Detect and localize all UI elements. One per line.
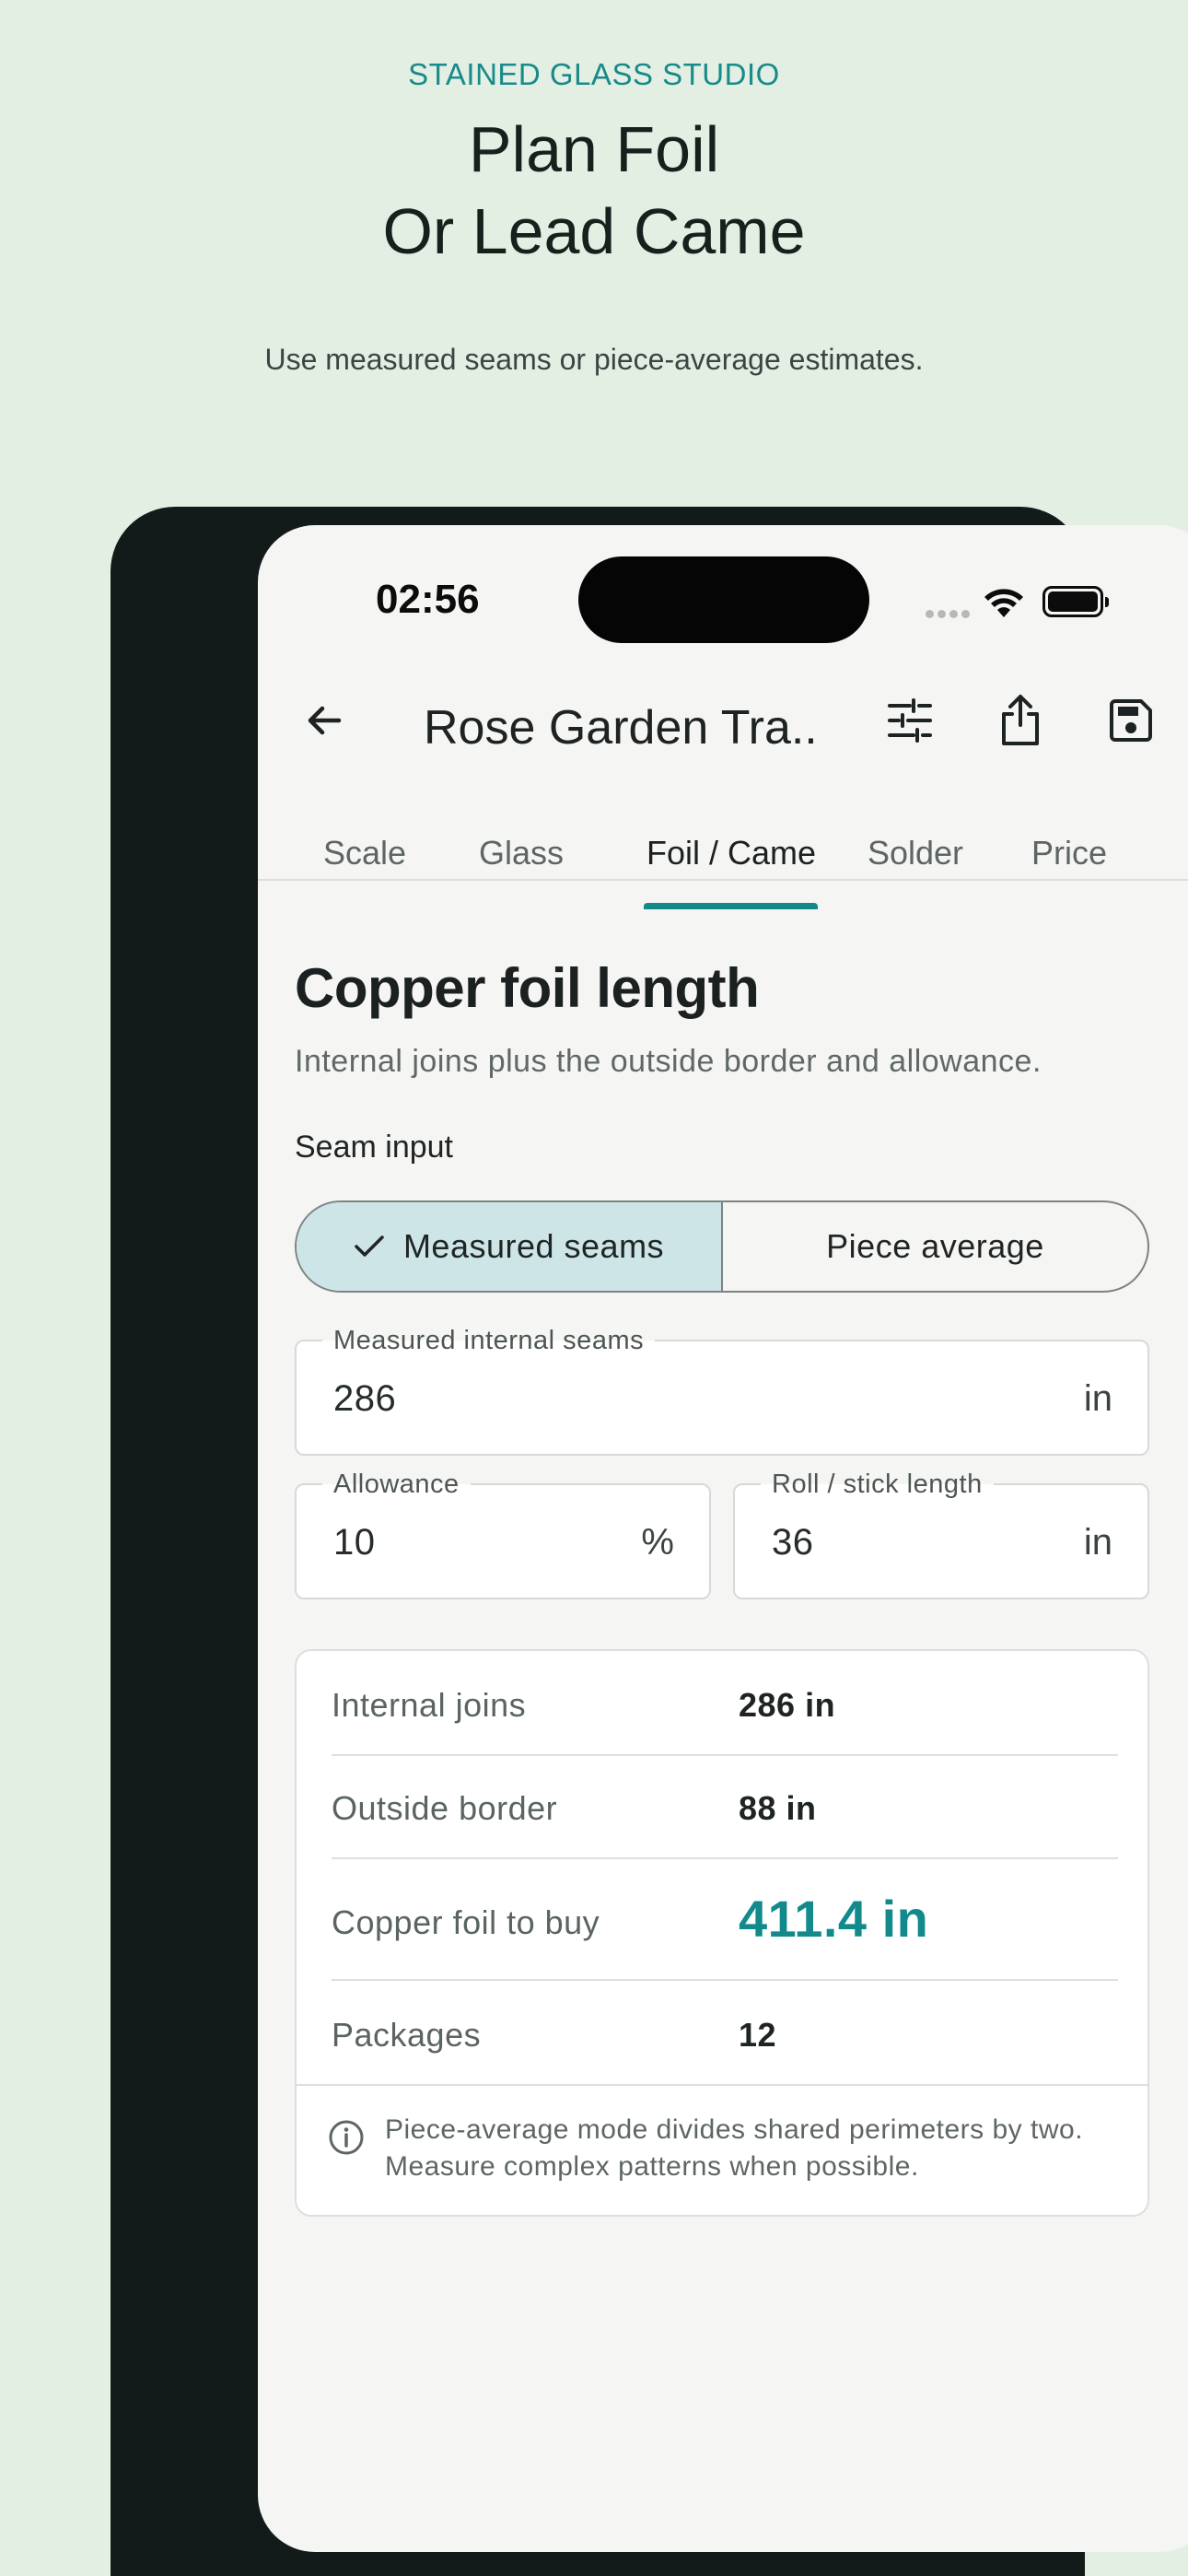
status-time: 02:56 xyxy=(376,577,480,622)
card-divider xyxy=(297,2084,1147,2086)
tab-price[interactable]: Price xyxy=(1000,837,1138,907)
subline-text: Use measured seams or piece-average esti… xyxy=(264,343,924,376)
section-title: Copper foil length xyxy=(295,957,760,1019)
row-divider xyxy=(332,1857,1118,1859)
result-value: 88 in xyxy=(739,1789,817,1827)
wifi-icon xyxy=(984,588,1024,624)
info-icon xyxy=(328,2119,365,2160)
tab-scale[interactable]: Scale xyxy=(291,837,438,907)
check-icon xyxy=(354,1234,385,1259)
result-label: Outside border xyxy=(332,1789,558,1827)
signal-icon xyxy=(926,606,973,623)
measured-seams-field-label: Measured internal seams xyxy=(322,1327,656,1354)
tab-foil-came[interactable]: Foil / Came xyxy=(630,837,833,907)
share-icon[interactable] xyxy=(984,684,1057,757)
roll-length-field[interactable]: Roll / stick length 36 in xyxy=(733,1470,1149,1599)
roll-length-unit: in xyxy=(1083,1522,1112,1563)
eyebrow-text: STAINED GLASS STUDIO xyxy=(408,57,780,91)
allowance-value[interactable]: 10 xyxy=(333,1522,376,1563)
section-description: Internal joins plus the outside border a… xyxy=(295,1044,1042,1079)
roll-length-value[interactable]: 36 xyxy=(772,1522,814,1563)
phone-screen: 02:56 Rose Garden Tra... Scale Glass Foi… xyxy=(258,525,1188,2552)
allowance-unit: % xyxy=(641,1522,674,1563)
battery-icon xyxy=(1042,586,1109,617)
measured-seams-segment[interactable]: Measured seams xyxy=(297,1202,723,1291)
result-label: Copper foil to buy xyxy=(332,1903,600,1941)
measured-seams-value[interactable]: 286 xyxy=(333,1378,396,1420)
save-icon[interactable] xyxy=(1094,684,1168,757)
measured-seams-label: Measured seams xyxy=(402,1227,665,1265)
tune-sliders-icon[interactable] xyxy=(873,684,947,757)
result-value: 12 xyxy=(739,2016,777,2054)
results-card: Internal joins 286 in Outside border 88 … xyxy=(295,1649,1149,2217)
measured-seams-unit: in xyxy=(1083,1378,1112,1419)
roll-length-field-label: Roll / stick length xyxy=(761,1470,994,1498)
info-note: Piece-average mode divides shared perime… xyxy=(385,2114,1084,2182)
headline: Plan Foil Or Lead Came xyxy=(0,109,1188,273)
seam-input-label: Seam input xyxy=(295,1130,453,1165)
row-divider xyxy=(332,1754,1118,1756)
tab-glass[interactable]: Glass xyxy=(448,837,595,907)
back-arrow-icon[interactable] xyxy=(287,684,361,757)
result-value: 286 in xyxy=(739,1686,836,1724)
copper-foil-total: 411.4 in xyxy=(739,1890,929,1948)
measured-seams-field[interactable]: Measured internal seams 286 in xyxy=(295,1327,1149,1456)
project-title: Rose Garden Tra... xyxy=(424,701,820,755)
tab-solder[interactable]: Solder xyxy=(842,837,989,907)
row-divider xyxy=(332,1979,1118,1981)
seam-input-segmented-control: Measured seams Piece average xyxy=(295,1200,1149,1293)
result-label: Packages xyxy=(332,2016,482,2054)
allowance-field[interactable]: Allowance 10 % xyxy=(295,1470,711,1599)
headline-line-1: Plan Foil xyxy=(468,113,720,185)
piece-average-segment[interactable]: Piece average xyxy=(723,1202,1147,1291)
allowance-field-label: Allowance xyxy=(322,1470,471,1498)
piece-average-label: Piece average xyxy=(826,1227,1044,1265)
result-label: Internal joins xyxy=(332,1686,527,1724)
headline-line-2: Or Lead Came xyxy=(382,195,806,267)
dynamic-island xyxy=(578,556,869,643)
active-tab-indicator xyxy=(644,903,818,909)
